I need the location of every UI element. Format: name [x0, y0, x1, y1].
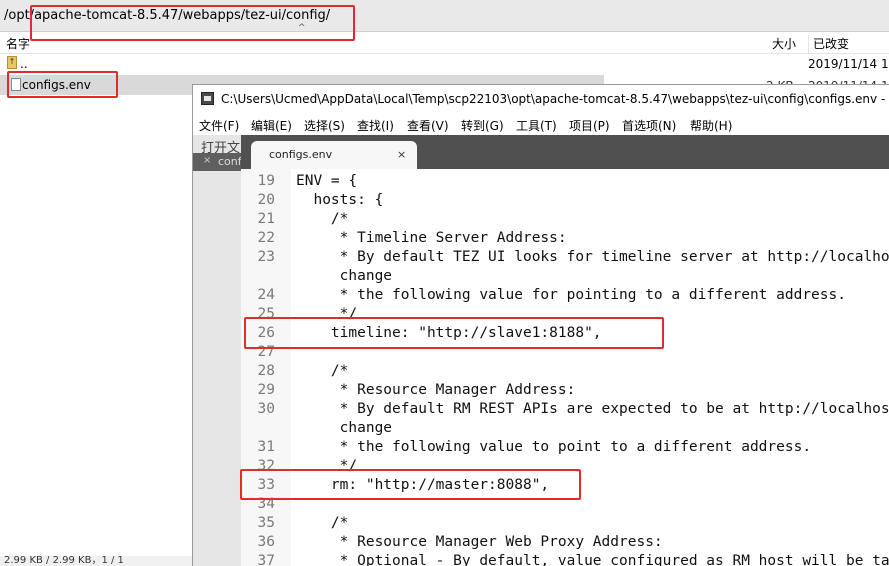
code-line: * Resource Manager Web Proxy Address:	[296, 534, 663, 550]
code-line: change	[296, 420, 393, 436]
line-number: 19	[257, 173, 275, 189]
status-bar: 2.99 KB / 2.99 KB，1 / 1	[0, 556, 192, 566]
line-number: 32	[257, 458, 275, 474]
menu-edit[interactable]: 编辑(E)	[251, 117, 292, 134]
code-line: /*	[296, 515, 349, 531]
line-number: 35	[257, 515, 275, 531]
code-line: * the following value to point to a diff…	[296, 439, 812, 455]
path-bar[interactable]: /opt/apache-tomcat-8.5.47/webapps/tez-ui…	[0, 0, 889, 33]
column-name-header[interactable]: 名字	[6, 35, 30, 52]
editor-window: C:\Users\Ucmed\AppData\Local\Temp\scp221…	[192, 84, 889, 566]
open-files-sidebar: 打开文 × conf	[193, 135, 241, 566]
parent-directory-row[interactable]: ↑ ..	[0, 54, 889, 74]
line-number: 26	[257, 325, 275, 341]
code-line: * By default RM REST APIs are expected t…	[339, 401, 889, 417]
menu-goto[interactable]: 转到(G)	[461, 117, 504, 134]
line-number: 27	[257, 344, 275, 360]
line-number: 30	[257, 401, 275, 417]
code-line-rm: rm: "http://master:8088",	[296, 477, 550, 493]
code-line: ENV = {	[296, 173, 358, 189]
code-line: /*	[296, 211, 349, 227]
code-line: */	[296, 458, 358, 474]
parent-directory-date: 2019/11/14 14	[808, 57, 889, 71]
file-list-header: 名字 大小 已改变	[0, 32, 889, 54]
parent-directory-label: ..	[20, 57, 28, 71]
column-modified-header[interactable]: 已改变	[808, 35, 849, 53]
line-number: 21	[257, 211, 275, 227]
menu-help[interactable]: 帮助(H)	[690, 117, 732, 134]
line-number: 29	[257, 382, 275, 398]
line-number: 28	[257, 363, 275, 379]
code-line: * By default TEZ UI looks for timeline s…	[339, 249, 889, 265]
line-number: 25	[257, 306, 275, 322]
menu-selection[interactable]: 选择(S)	[304, 117, 345, 134]
code-line: * the following value for pointing to a …	[296, 287, 846, 303]
line-number: 31	[257, 439, 275, 455]
menu-project[interactable]: 项目(P)	[569, 117, 610, 134]
tab-configs-env[interactable]: configs.env ×	[251, 141, 417, 169]
menu-find[interactable]: 查找(I)	[357, 117, 394, 134]
editor-title: C:\Users\Ucmed\AppData\Local\Temp\scp221…	[221, 92, 889, 106]
code-line: * Resource Manager Address:	[296, 382, 576, 398]
tab-strip: configs.env ×	[241, 135, 889, 169]
tab-close-icon[interactable]: ×	[397, 148, 406, 161]
line-number: 37	[257, 553, 275, 566]
menu-bar: 文件(F) 编辑(E) 选择(S) 查找(I) 查看(V) 转到(G) 工具(T…	[193, 113, 889, 135]
path-text: /opt/apache-tomcat-8.5.47/webapps/tez-ui…	[4, 8, 331, 23]
code-line: */	[296, 306, 358, 322]
menu-preferences[interactable]: 首选项(N)	[622, 117, 676, 134]
code-line: * Timeline Server Address:	[296, 230, 567, 246]
editor-titlebar[interactable]: C:\Users\Ucmed\AppData\Local\Temp\scp221…	[193, 85, 889, 113]
close-icon[interactable]: ×	[203, 155, 211, 166]
sidebar-open-file[interactable]: × conf	[193, 153, 241, 171]
app-icon	[201, 92, 214, 105]
line-number: 36	[257, 534, 275, 550]
menu-file[interactable]: 文件(F)	[199, 117, 239, 134]
code-line: /*	[296, 363, 349, 379]
line-number: 22	[257, 230, 275, 246]
code-line: * Optional - By default, value configure…	[339, 553, 889, 566]
sidebar-open-file-label: conf	[218, 155, 241, 168]
menu-tools[interactable]: 工具(T)	[516, 117, 557, 134]
line-number: 24	[257, 287, 275, 303]
code-editor[interactable]: ENV = { hosts: { /* * Timeline Server Ad…	[291, 169, 889, 566]
code-line-timeline: timeline: "http://slave1:8188",	[296, 325, 602, 341]
parent-folder-icon: ↑	[7, 56, 17, 69]
line-number: 33	[257, 477, 275, 493]
tab-label: configs.env	[269, 148, 333, 161]
menu-view[interactable]: 查看(V)	[407, 117, 449, 134]
line-number: 34	[257, 496, 275, 512]
column-size-header[interactable]: 大小	[772, 35, 796, 52]
code-line: change	[296, 268, 393, 284]
line-number-gutter: 19 20 21 22 23 24 25 26 27 28 29 30 31 3…	[241, 169, 291, 566]
file-name: configs.env	[22, 78, 91, 92]
code-line: hosts: {	[296, 192, 384, 208]
file-icon	[11, 78, 21, 91]
line-number: 20	[257, 192, 275, 208]
line-number: 23	[257, 249, 275, 265]
